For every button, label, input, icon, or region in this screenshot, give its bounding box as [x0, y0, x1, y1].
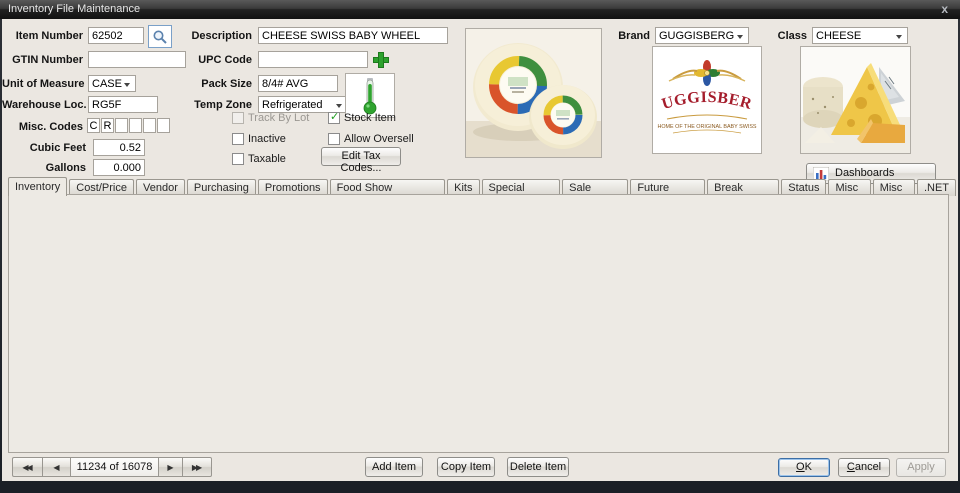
warehouse-label: Warehouse Loc. — [2, 99, 83, 111]
misc-code-box[interactable] — [129, 118, 142, 133]
cancel-button[interactable]: Cancel — [838, 458, 890, 477]
track-by-lot-label: Track By Lot — [248, 112, 309, 124]
close-icon[interactable]: x — [941, 2, 948, 16]
item-number-label: Item Number — [2, 30, 83, 42]
checkbox-icon — [232, 133, 244, 145]
stock-item-checkbox[interactable]: Stock Item — [328, 112, 396, 124]
misc-code-box[interactable] — [115, 118, 128, 133]
edit-tax-codes-button[interactable]: Edit Tax Codes... — [321, 147, 401, 166]
inactive-checkbox[interactable]: Inactive — [232, 133, 286, 145]
inventory-tab-panel — [8, 194, 949, 453]
cubic-feet-field[interactable]: 0.52 — [93, 139, 145, 156]
allow-oversell-checkbox[interactable]: Allow Oversell — [328, 133, 414, 145]
class-label: Class — [757, 30, 807, 42]
svg-text:HOME OF THE ORIGINAL BABY SWIS: HOME OF THE ORIGINAL BABY SWISS — [657, 124, 756, 130]
item-number-field[interactable]: 62502 — [88, 27, 144, 44]
apply-button: Apply — [896, 458, 946, 477]
record-position: 11234 of 16078 — [70, 457, 158, 477]
checkbox-icon — [232, 112, 244, 124]
inventory-file-maintenance-window: Inventory File Maintenance x Item Number… — [0, 0, 960, 493]
misc-code-box[interactable] — [157, 118, 170, 133]
inactive-label: Inactive — [248, 133, 286, 145]
window-title: Inventory File Maintenance — [8, 3, 140, 15]
copy-item-button[interactable]: Copy Item — [437, 457, 495, 477]
tab-inventory[interactable]: Inventory — [8, 177, 67, 196]
misc-code-box[interactable] — [143, 118, 156, 133]
cubic-feet-label: Cubic Feet — [2, 142, 86, 154]
misc-code-box[interactable]: R — [101, 118, 114, 133]
warehouse-field[interactable]: RG5F — [88, 96, 158, 113]
title-bar[interactable]: Inventory File Maintenance x — [0, 0, 960, 19]
brand-label: Brand — [600, 30, 650, 42]
upc-label: UPC Code — [152, 54, 252, 66]
track-by-lot-checkbox[interactable]: Track By Lot — [232, 112, 309, 124]
temp-zone-label: Temp Zone — [152, 99, 252, 111]
stock-item-label: Stock Item — [344, 112, 396, 124]
product-image — [465, 28, 602, 158]
pack-size-field[interactable]: 8/4# AVG — [258, 75, 338, 92]
record-navigator: ◀◀ ◀ 11234 of 16078 ▶ ▶▶ — [12, 457, 212, 477]
checkbox-icon — [328, 133, 340, 145]
nav-last-icon[interactable]: ▶▶ — [182, 457, 212, 477]
pack-size-label: Pack Size — [152, 78, 252, 90]
nav-first-icon[interactable]: ◀◀ — [12, 457, 42, 477]
nav-prev-icon[interactable]: ◀ — [42, 457, 70, 477]
delete-item-button[interactable]: Delete Item — [507, 457, 569, 477]
add-item-button[interactable]: Add Item — [365, 457, 423, 477]
nav-next-icon[interactable]: ▶ — [158, 457, 182, 477]
checkbox-icon — [232, 153, 244, 165]
gtin-label: GTIN Number — [2, 54, 83, 66]
class-image — [800, 46, 911, 154]
taxable-label: Taxable — [248, 153, 286, 165]
upc-field[interactable] — [258, 51, 368, 68]
add-upc-icon[interactable] — [371, 50, 389, 68]
window-body: Item Number 62502 GTIN Number Unit of Me… — [2, 19, 958, 481]
gallons-field[interactable]: 0.000 — [93, 159, 145, 176]
taxable-checkbox[interactable]: Taxable — [232, 153, 286, 165]
uom-select[interactable]: CASE — [88, 75, 136, 92]
description-label: Description — [152, 30, 252, 42]
misc-code-box[interactable]: C — [87, 118, 100, 133]
misc-codes-label: Misc. Codes — [2, 121, 83, 133]
description-field[interactable]: CHEESE SWISS BABY WHEEL — [258, 27, 448, 44]
allow-oversell-label: Allow Oversell — [344, 133, 414, 145]
class-select[interactable]: CHEESE — [812, 27, 908, 44]
ok-button[interactable]: OK — [778, 458, 830, 477]
brand-logo-image: GUGGISBERG HOME OF THE ORIGINAL BABY SWI… — [652, 46, 762, 154]
gallons-label: Gallons — [2, 162, 86, 174]
checkbox-icon — [328, 112, 340, 124]
brand-select[interactable]: GUGGISBERG — [655, 27, 749, 44]
uom-label: Unit of Measure — [2, 78, 83, 90]
